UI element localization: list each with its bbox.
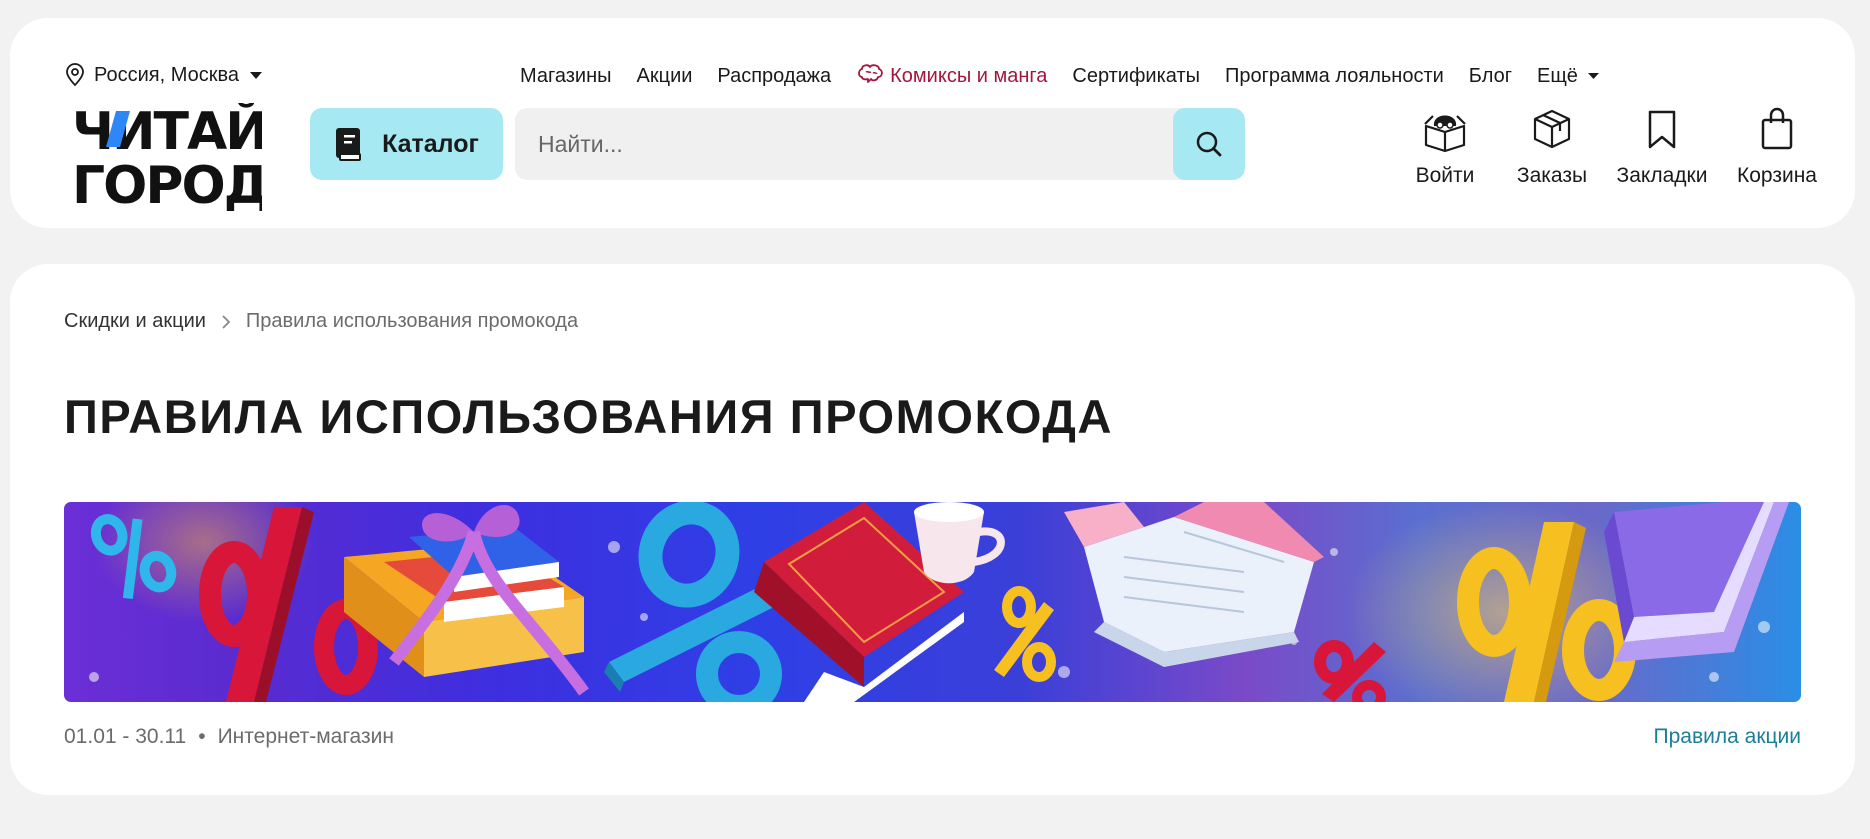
svg-text:ЧИТАЙ: ЧИТАЙ <box>72 103 262 162</box>
header-actions: Войти Заказы Закладки Корзина <box>1400 104 1832 188</box>
logo-text-gorod: ГОРОД <box>72 156 262 211</box>
nav-stores[interactable]: Магазины <box>520 65 612 88</box>
page-title: ПРАВИЛА ИСПОЛЬЗОВАНИЯ ПРОМОКОДА <box>64 390 1114 443</box>
nav-more-label: Ещё <box>1537 64 1578 87</box>
chevron-right-icon <box>222 314 231 329</box>
brain-icon <box>858 64 883 83</box>
orders-button[interactable]: Заказы <box>1502 104 1602 188</box>
bookmarks-button[interactable]: Закладки <box>1607 104 1717 188</box>
location-label: Россия, Москва <box>94 63 239 86</box>
nav-loyalty[interactable]: Программа лояльности <box>1225 65 1444 88</box>
login-label: Войти <box>1415 164 1475 187</box>
cart-label: Корзина <box>1737 164 1817 187</box>
bookmarks-label: Закладки <box>1616 164 1708 187</box>
promo-banner-illustration <box>64 502 1801 702</box>
chevron-down-icon <box>249 71 262 79</box>
nav-blog[interactable]: Блог <box>1469 65 1512 88</box>
chevron-down-icon <box>1587 73 1599 79</box>
search-button[interactable] <box>1173 108 1245 180</box>
nav-sale[interactable]: Распродажа <box>717 65 831 88</box>
nav-comics-label: Комиксы и манга <box>890 64 1048 87</box>
catalog-button[interactable]: Каталог <box>310 108 503 180</box>
nav-comics[interactable]: Комиксы и манга <box>856 63 1047 89</box>
promo-banner <box>64 502 1801 702</box>
location-selector[interactable]: Россия, Москва <box>64 63 263 87</box>
map-pin-icon <box>66 63 84 87</box>
meta-separator: • <box>198 725 206 748</box>
breadcrumb-current: Правила использования промокода <box>245 310 579 332</box>
orders-label: Заказы <box>1516 164 1588 187</box>
site-header: Россия, Москва Магазины Акции Распродажа… <box>10 18 1855 228</box>
top-navigation: Магазины Акции Распродажа Комиксы и манг… <box>520 63 1625 89</box>
site-logo[interactable]: ЧИТАЙ ГОРОД <box>72 101 270 216</box>
search-input[interactable] <box>515 108 1175 180</box>
nav-promos[interactable]: Акции <box>637 65 693 88</box>
promo-rules-link[interactable]: Правила акции <box>1654 725 1801 749</box>
breadcrumb: Скидки и акции Правила использования про… <box>64 310 578 333</box>
reader-user-icon <box>1424 115 1466 153</box>
cart-button[interactable]: Корзина <box>1722 104 1832 188</box>
top-bar: Россия, Москва Магазины Акции Распродажа… <box>10 18 1855 98</box>
catalog-button-label: Каталог <box>382 129 479 158</box>
search-bar <box>515 108 1245 180</box>
shopping-bag-icon <box>1761 107 1793 150</box>
nav-certificates[interactable]: Сертификаты <box>1072 65 1200 88</box>
bookmark-icon <box>1648 110 1676 149</box>
nav-more[interactable]: Ещё <box>1537 65 1600 88</box>
promo-page: Скидки и акции Правила использования про… <box>10 264 1855 795</box>
promo-dates: 01.01 - 30.11 <box>64 725 187 748</box>
breadcrumb-discounts-link[interactable]: Скидки и акции <box>64 310 206 333</box>
book-icon <box>336 128 362 161</box>
promo-meta: 01.01 - 30.11 • Интернет-магазин <box>64 725 394 749</box>
logo-text-tai: ТАЙ <box>154 103 262 162</box>
box-icon <box>1533 109 1571 149</box>
search-icon <box>1196 131 1222 157</box>
promo-channel: Интернет-магазин <box>217 725 394 748</box>
login-button[interactable]: Войти <box>1400 104 1490 188</box>
